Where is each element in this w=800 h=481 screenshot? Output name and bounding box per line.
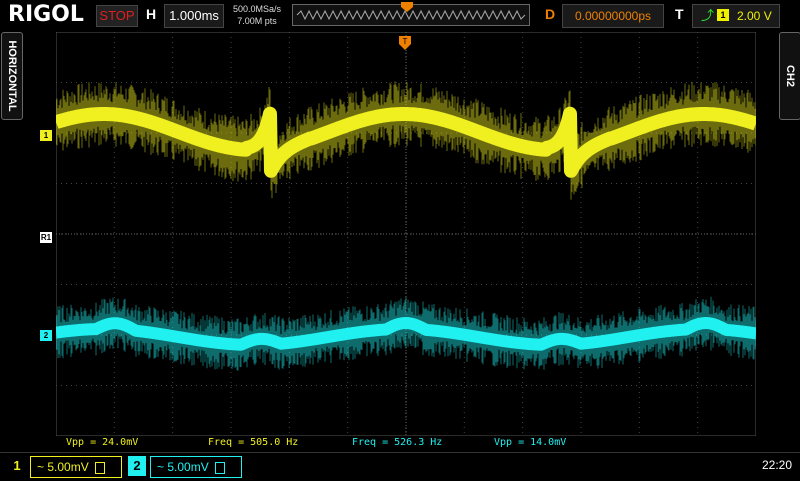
trigger-source-badge: 1: [717, 9, 729, 21]
ch1-freq-measurement: Freq = 505.0 Hz: [208, 437, 299, 448]
ch1-vpp-measurement: Vpp = 24.0mV: [66, 437, 139, 448]
brand-logo: RIGOL: [8, 2, 84, 27]
ch2-scale: ~ 5.00mV: [157, 460, 209, 474]
ch1-scale-box[interactable]: ~ 5.00mV: [30, 456, 122, 478]
trigger-label: T: [675, 6, 684, 22]
ch1-scale: ~ 5.00mV: [37, 460, 89, 474]
trigger-time-marker-icon[interactable]: T: [399, 36, 411, 50]
sample-rate: 500.0MSa/s: [232, 4, 282, 14]
ch2-offset-marker[interactable]: 2: [40, 330, 52, 341]
acquisition-info: 500.0MSa/s 7.00M pts: [226, 3, 288, 27]
ch2-tag[interactable]: 2: [128, 456, 146, 476]
ch2-scale-box[interactable]: ~ 5.00mV: [150, 456, 242, 478]
delay-label: D: [545, 6, 556, 22]
waveform-display[interactable]: [50, 31, 762, 437]
trigger-settings[interactable]: ⤴ 1 2.00 V: [692, 4, 780, 28]
channel-status-bar: 1 ~ 5.00mV 2 ~ 5.00mV: [0, 452, 800, 481]
horizontal-label: H: [146, 6, 157, 22]
horizontal-menu-tab[interactable]: HORIZONTAL: [1, 32, 23, 120]
ch1-offset-marker[interactable]: 1: [40, 130, 52, 141]
ch2-freq-measurement: Freq = 526.3 Hz: [352, 437, 443, 448]
clock: 22:20: [761, 458, 792, 472]
ch1-bandwidth-icon: [95, 461, 106, 474]
run-stop-status[interactable]: STOP: [96, 5, 138, 27]
ref-marker[interactable]: R1: [40, 232, 52, 243]
trigger-position-marker-icon: [401, 2, 413, 12]
rising-edge-icon: ⤴: [701, 8, 715, 23]
memory-depth: 7.00M pts: [237, 16, 277, 26]
delay-value[interactable]: 0.00000000ps: [562, 4, 664, 28]
ch2-bandwidth-icon: [215, 461, 226, 474]
svg-text:T: T: [403, 37, 408, 46]
ch2-vpp-measurement: Vpp = 14.0mV: [494, 437, 567, 448]
ch2-menu-label: CH2: [784, 64, 796, 88]
timebase-value[interactable]: 1.000ms: [164, 4, 224, 28]
waveform-canvas: [50, 31, 762, 437]
memory-overview-bar[interactable]: [292, 2, 530, 26]
horizontal-menu-label: HORIZONTAL: [6, 40, 18, 112]
ch1-tag[interactable]: 1: [8, 456, 26, 476]
ch2-menu-tab[interactable]: CH2: [779, 32, 800, 120]
trigger-level: 2.00 V: [737, 9, 772, 23]
top-status-bar: RIGOL STOP H 1.000ms 500.0MSa/s 7.00M pt…: [0, 0, 800, 30]
